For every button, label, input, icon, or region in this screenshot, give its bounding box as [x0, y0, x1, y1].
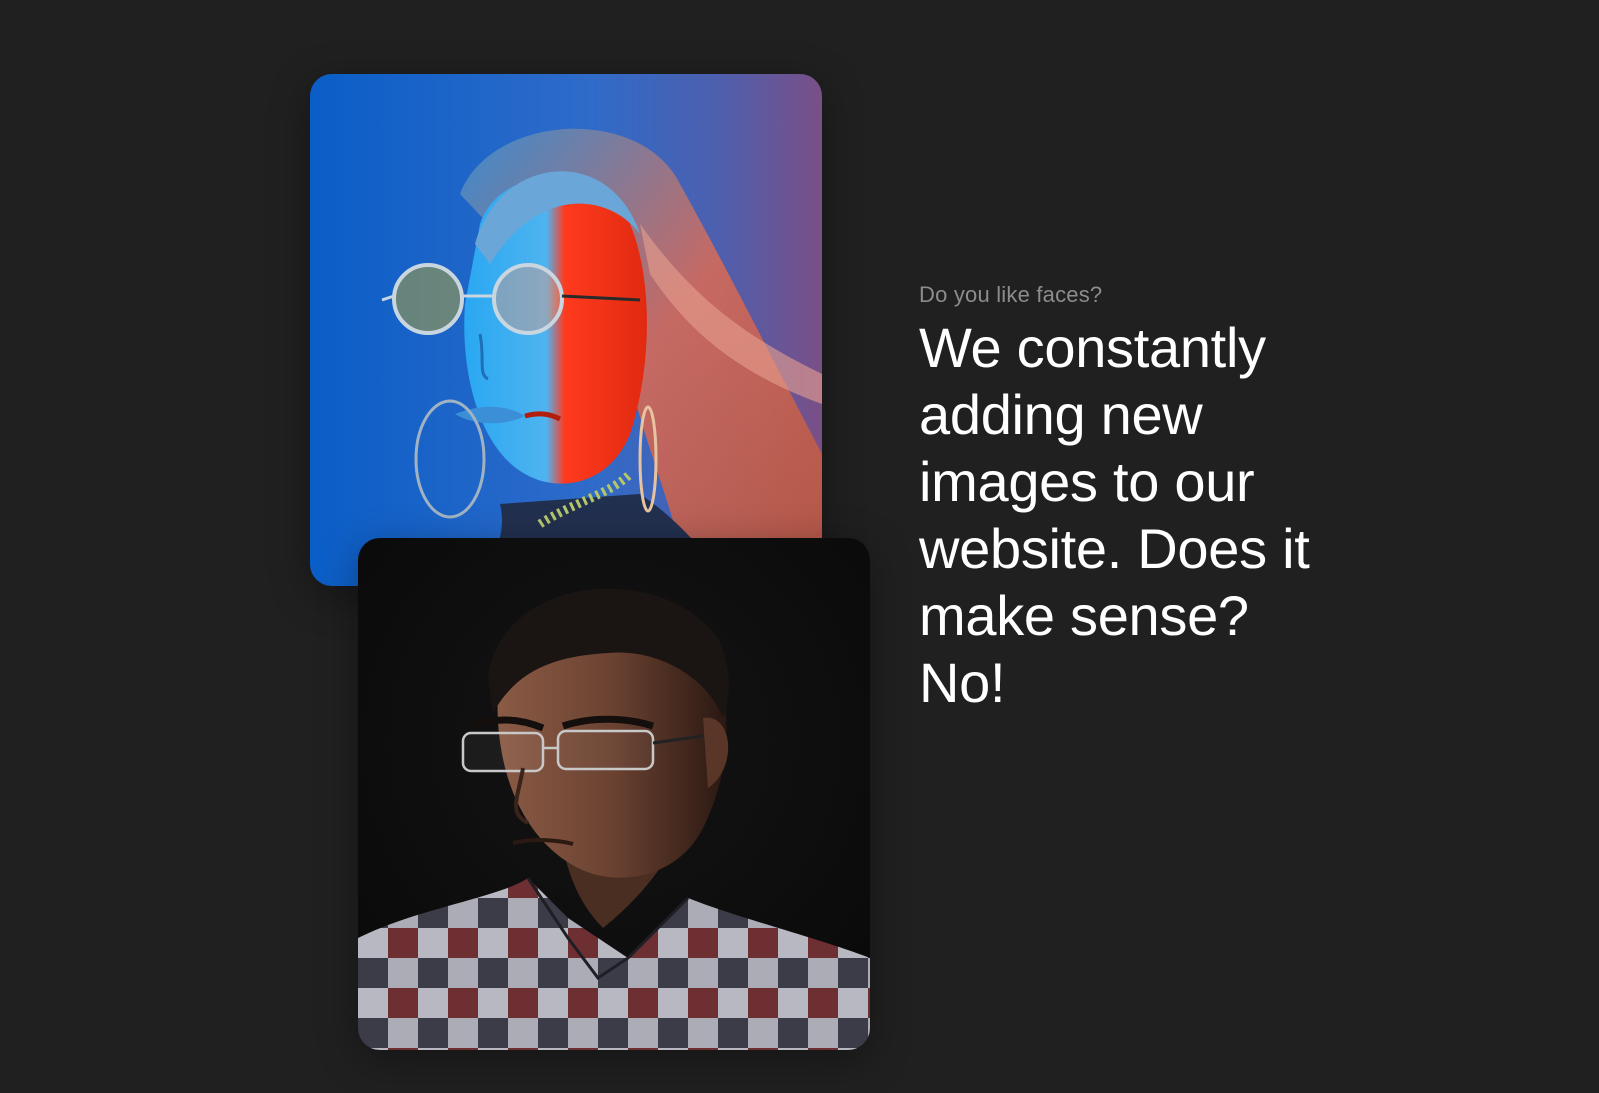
section-eyebrow: Do you like faces?	[919, 282, 1103, 307]
portrait-image-man	[358, 538, 870, 1050]
portrait-woman-illustration	[310, 74, 822, 586]
portrait-image-woman	[310, 74, 822, 586]
faces-section: Do you like faces? We constantly adding …	[0, 0, 1599, 1093]
section-copy: Do you like faces? We constantly adding …	[919, 282, 1339, 716]
portrait-man-illustration	[358, 538, 870, 1050]
section-headline: We constantly adding new images to our w…	[919, 316, 1310, 714]
